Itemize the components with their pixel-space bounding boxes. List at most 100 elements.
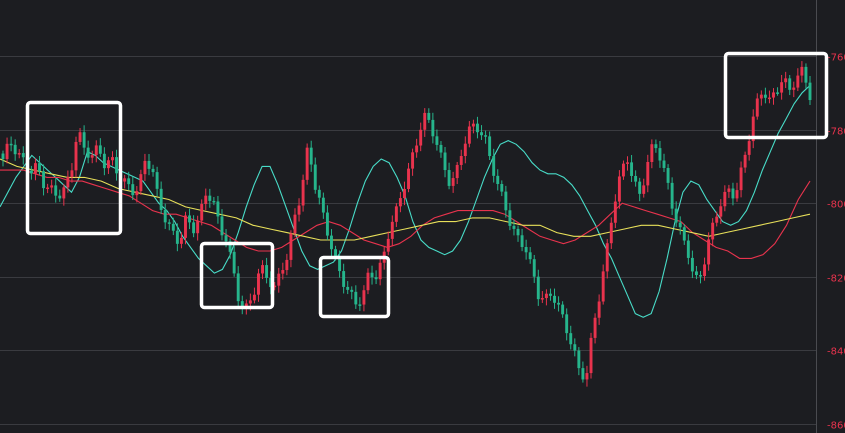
candle-body	[516, 228, 520, 236]
candle-body	[808, 82, 812, 101]
candle-body	[330, 235, 333, 250]
candle-body	[609, 222, 613, 244]
candle-body	[727, 188, 731, 192]
candle-body	[370, 272, 374, 278]
candle-body	[463, 143, 467, 157]
candle-body	[776, 92, 780, 94]
candle-body	[626, 162, 629, 164]
candle-body	[601, 271, 605, 302]
y-tick-label: -780	[827, 127, 845, 138]
candle-body	[767, 97, 771, 100]
candle-body	[135, 191, 139, 196]
candle-body	[662, 160, 666, 168]
candle-body	[447, 170, 451, 186]
candle-body	[184, 215, 187, 238]
candle-body	[536, 276, 540, 300]
candle-body	[62, 187, 66, 199]
candle-body	[638, 181, 642, 194]
candle-body	[21, 153, 25, 158]
candle-body	[1, 153, 5, 160]
candle-body	[788, 78, 792, 90]
candle-body	[743, 154, 747, 168]
candle-body	[492, 156, 496, 176]
candle-body	[427, 112, 431, 120]
candle-body	[313, 164, 317, 190]
candle-body	[557, 302, 561, 305]
candle-body	[646, 162, 650, 186]
candle-body	[70, 170, 74, 177]
candle-body	[358, 304, 362, 306]
candle-body	[220, 216, 224, 236]
candle-body	[38, 163, 41, 172]
candle-body	[443, 152, 447, 171]
candle-body	[366, 272, 370, 291]
candle-body	[407, 168, 410, 189]
y-tick-label: -860	[827, 421, 845, 432]
candle-body	[800, 66, 804, 76]
candle-body	[520, 235, 524, 248]
candle-body	[342, 271, 346, 287]
candle-body	[784, 78, 788, 83]
candle-body	[699, 275, 702, 277]
candle-body	[703, 264, 707, 277]
candle-body	[98, 145, 102, 154]
candle-body	[759, 94, 763, 99]
candle-body	[561, 304, 565, 315]
candle-body	[439, 144, 443, 153]
candle-body	[690, 257, 694, 272]
candle-body	[354, 291, 358, 305]
candle-body	[480, 132, 483, 136]
candle-body	[289, 233, 293, 260]
candle-body	[82, 132, 86, 148]
candle-body	[678, 222, 682, 228]
candle-body	[257, 273, 260, 295]
candle-body	[642, 185, 646, 194]
candlestick-chart: -760 -780 -800 -820 -840 -860	[0, 0, 845, 433]
candle-body	[151, 168, 155, 173]
candle-body	[111, 157, 114, 161]
candle-body	[532, 259, 536, 277]
candle-body	[654, 144, 658, 149]
candle-body	[281, 270, 285, 274]
candle-body	[540, 298, 544, 300]
candle-body	[719, 206, 723, 217]
candle-body	[325, 212, 329, 236]
candle-body	[731, 188, 735, 199]
candle-body	[123, 178, 127, 182]
candle-body	[419, 129, 423, 146]
candle-body	[549, 293, 552, 296]
candle-body	[528, 252, 532, 260]
candle-body	[175, 230, 179, 244]
candle-body	[694, 271, 698, 276]
candle-body	[212, 200, 216, 203]
candle-body	[613, 201, 617, 223]
candle-body	[204, 195, 208, 205]
candle-body	[163, 209, 167, 223]
candle-body	[200, 204, 204, 221]
candle-body	[216, 201, 220, 217]
candle-body	[484, 135, 488, 137]
candle-body	[94, 145, 98, 156]
candle-body	[707, 239, 711, 265]
candle-body	[581, 368, 585, 380]
candle-body	[386, 238, 390, 252]
candle-body	[451, 178, 455, 186]
candle-body	[362, 290, 366, 305]
candle-body	[593, 317, 597, 338]
candle-body	[630, 162, 634, 176]
candle-body	[13, 144, 17, 155]
candle-body	[277, 273, 281, 286]
candle-body	[305, 147, 309, 180]
y-tick-label: -840	[827, 347, 845, 358]
candle-body	[301, 179, 305, 206]
candle-body	[321, 197, 325, 213]
candle-body	[334, 249, 337, 257]
candle-body	[597, 301, 601, 318]
candle-body	[293, 214, 297, 234]
candle-body	[147, 160, 151, 169]
candle-body	[102, 153, 106, 169]
candle-body	[658, 148, 662, 161]
candle-body	[435, 136, 439, 145]
candle-body	[317, 189, 321, 198]
candle-body	[423, 112, 427, 130]
